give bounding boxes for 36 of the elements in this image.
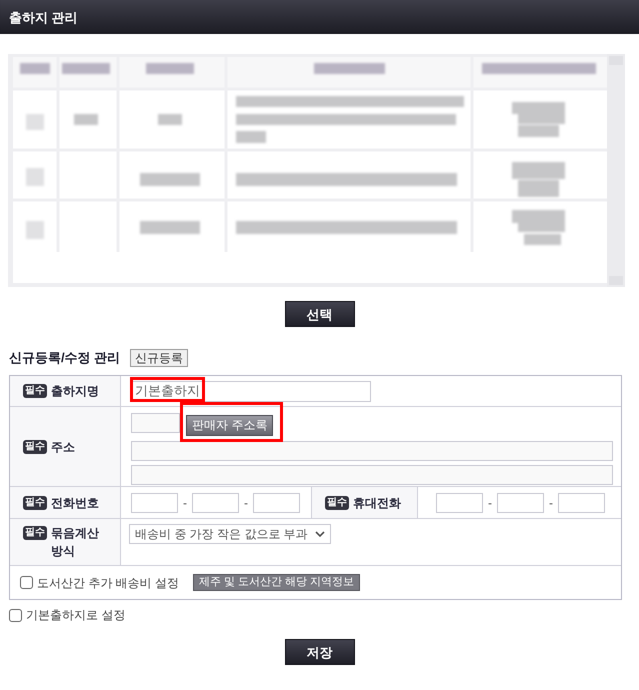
required-badge: 필수 [23,384,47,398]
phone-input[interactable] [131,492,178,512]
section-title: 신규등록/수정 관리 [9,349,120,368]
field-label: 휴대전화 [353,494,401,512]
field-label: 주소 [51,438,75,456]
field-label: 묶음계산 방식 [51,525,100,560]
address-input[interactable] [131,465,613,485]
checkbox-label: 도서산간 추가 배송비 설정 [37,574,180,592]
chevron-down-icon [315,531,325,537]
checkbox-label: 기본출하지로 설정 [26,609,126,621]
checkbox[interactable] [9,608,22,622]
calc-method-select[interactable]: 배송비 중 가장 작은 값으로 부과 [129,524,331,544]
field-label: 전화번호 [51,494,99,512]
address-book-button[interactable]: 판매자 주소록 [186,414,274,436]
required-badge: 필수 [23,496,47,510]
required-badge: 필수 [325,496,349,510]
field-label: 출하지명 [51,383,99,400]
separator-text: - [548,496,554,508]
select-button[interactable]: 선택 [284,301,354,327]
phone-input[interactable] [497,492,544,512]
zip-code-input[interactable] [131,413,180,433]
phone-input[interactable] [192,492,239,512]
region-info-button[interactable]: 제주 및 도서산간 해당 지역정보 [193,574,360,591]
phone-input[interactable] [558,492,605,512]
phone-input[interactable] [253,492,300,512]
separator-text: - [487,496,493,508]
address-input[interactable] [131,441,613,461]
separator-text: - [243,496,249,508]
phone-input[interactable] [436,492,483,512]
page-title: 출하지 관리 [9,10,78,24]
required-badge: 필수 [23,440,47,454]
separator-text: - [182,496,188,508]
required-badge: 필수 [23,526,47,540]
checkbox[interactable] [20,576,33,589]
new-registration-button[interactable]: 신규등록 [130,349,188,367]
save-button[interactable]: 저장 [284,639,354,665]
